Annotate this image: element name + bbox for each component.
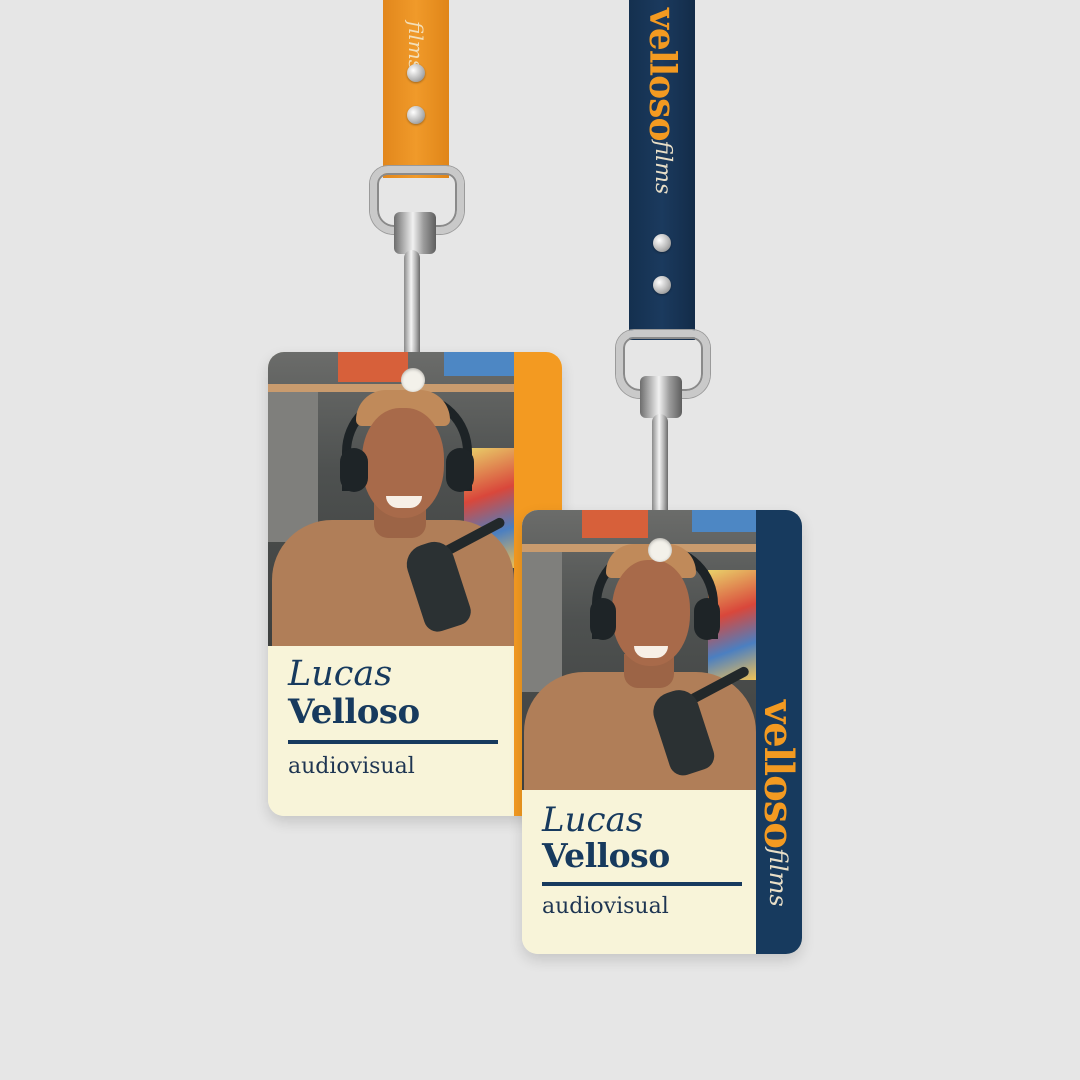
strap-rivet bbox=[407, 106, 425, 124]
badge-photo bbox=[268, 352, 514, 646]
badge-first-name: Lucas bbox=[542, 800, 644, 840]
badge-brand-logo: vellosofilms bbox=[756, 700, 802, 907]
lanyard-swivel bbox=[640, 376, 682, 418]
strap-rivet bbox=[407, 64, 425, 82]
strap-brand-text: films bbox=[404, 21, 428, 70]
strap-brand-logo: vellosofilms bbox=[641, 8, 683, 195]
id-badge-right: vellosofilms Lucas Velloso audiovisual bbox=[522, 510, 802, 954]
badge-divider bbox=[542, 882, 742, 886]
badge-side-panel: vellosofilms bbox=[756, 510, 802, 954]
lanyard-swivel bbox=[394, 212, 436, 254]
strap-rivet bbox=[653, 276, 671, 294]
navy-lanyard-strap: vellosofilms bbox=[629, 0, 695, 340]
strap-rivet bbox=[653, 234, 671, 252]
badge-first-name: Lucas bbox=[288, 654, 393, 694]
badge-info-panel: Lucas Velloso audiovisual bbox=[268, 646, 514, 816]
badge-photo bbox=[522, 510, 756, 790]
badge-punch-hole bbox=[401, 368, 425, 392]
badge-divider bbox=[288, 740, 498, 744]
orange-lanyard-strap: films bbox=[383, 0, 449, 178]
id-badge-left: vellosofilms Lucas Velloso audiovisual bbox=[268, 352, 562, 816]
badge-info-panel: Lucas Velloso audiovisual bbox=[522, 790, 756, 954]
badge-role: audiovisual bbox=[288, 754, 415, 779]
badge-last-name: Velloso bbox=[542, 836, 670, 875]
badge-role: audiovisual bbox=[542, 894, 669, 919]
badge-punch-hole bbox=[648, 538, 672, 562]
badge-last-name: Velloso bbox=[288, 692, 420, 732]
